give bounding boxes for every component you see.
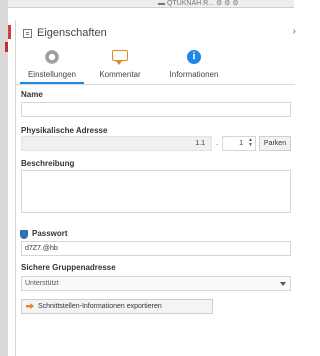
tab-label: Kommentar <box>99 70 141 79</box>
description-textarea[interactable] <box>21 170 291 213</box>
description-label: Beschreibung <box>21 159 75 168</box>
left-window-edge <box>0 0 8 356</box>
address-number-value: 1 <box>239 140 243 147</box>
physical-address-label: Physikalische Adresse <box>21 126 108 135</box>
export-button-label: Schnittstellen-Informationen exportieren <box>38 303 162 310</box>
address-separator: . <box>216 138 219 147</box>
secure-group-address-select[interactable]: Unterstützt <box>21 276 291 291</box>
shield-icon <box>20 230 28 239</box>
tab-bar: Einstellungen Kommentar i Informationen <box>16 44 295 85</box>
panel-collapse-icon[interactable]: › <box>293 26 296 37</box>
park-button[interactable]: Parken <box>259 136 291 151</box>
panel-header: Eigenschaften <box>23 26 107 40</box>
tab-einstellungen[interactable]: Einstellungen <box>20 44 84 84</box>
export-arrow-icon <box>26 303 34 310</box>
secure-group-address-value: Unterstützt <box>25 280 59 287</box>
name-label: Name <box>21 90 43 99</box>
physical-address-prefix: 1.1 <box>21 136 212 151</box>
stepper-arrows-icon[interactable]: ▲ ▼ <box>248 138 253 148</box>
info-icon: i <box>187 50 201 64</box>
export-interface-info-button[interactable]: Schnittstellen-Informationen exportieren <box>21 299 213 314</box>
secure-group-address-label: Sichere Gruppenadresse <box>21 263 116 272</box>
tab-label: Informationen <box>169 70 219 79</box>
left-red-marker-2 <box>5 42 8 52</box>
panel-title: Eigenschaften <box>37 27 107 39</box>
tab-label: Einstellungen <box>27 70 77 79</box>
left-red-marker <box>8 25 11 39</box>
name-input[interactable] <box>21 102 291 117</box>
address-number-stepper[interactable]: 1 ▲ ▼ <box>222 136 256 151</box>
gear-icon <box>45 50 59 64</box>
properties-icon <box>23 28 32 38</box>
properties-panel: Eigenschaften › Einstellungen Kommentar … <box>15 20 296 356</box>
top-toolbar-edge: ▬ QTUKNAH R... ⚙ ⚙ ⚙ <box>8 0 294 8</box>
password-input[interactable]: d7Z7.@hb <box>21 241 291 256</box>
tab-kommentar[interactable]: Kommentar <box>90 44 150 84</box>
top-toolbar-widget: ▬ QTUKNAH R... ⚙ ⚙ ⚙ <box>158 0 239 7</box>
password-label: Passwort <box>32 229 68 238</box>
chevron-down-icon <box>280 282 286 286</box>
comment-icon <box>112 50 128 65</box>
tab-informationen[interactable]: i Informationen <box>154 44 234 84</box>
